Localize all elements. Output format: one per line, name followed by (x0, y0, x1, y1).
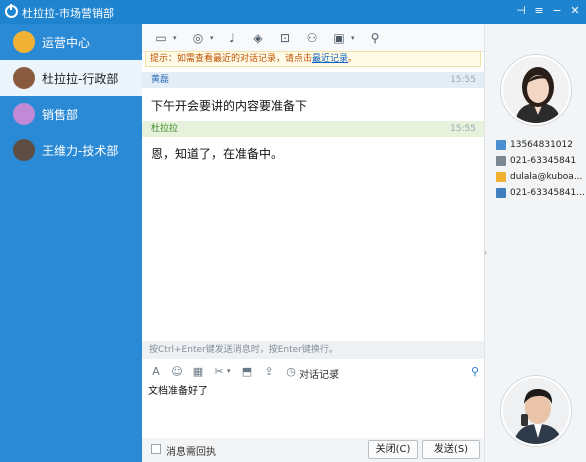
location-icon[interactable]: ⚲ (365, 28, 385, 48)
close-button[interactable]: 关闭(C) (368, 440, 418, 459)
search-icon[interactable]: ⚲ (467, 364, 483, 380)
notice-text: 提示：如需查看最近的对话记录，请点击 (150, 54, 313, 64)
contact-photo (501, 55, 571, 125)
avatar (13, 139, 35, 161)
mail-icon (496, 172, 506, 182)
avatar (13, 67, 35, 89)
chevron-down-icon[interactable]: ▾ (173, 29, 177, 47)
chat-toolbar: ▭ ▾ ◎ ▾ ♩ ◈ ⊡ ⚇ ▣ ▾ ⚲ (142, 24, 484, 52)
message-sender: 黄磊 (151, 75, 170, 85)
contact-panel: 13564831012 021-63345841 dulala@kuboa...… (484, 24, 586, 462)
chevron-down-icon[interactable]: ▾ (210, 29, 214, 47)
message-header: 杜拉拉 15:55 (142, 121, 484, 137)
title-bar: 杜拉拉-市场营销部 ⊣ ≡ − ✕ (0, 0, 586, 24)
message-text: 恩，知道了，在准备中。 (151, 147, 284, 161)
close-window-button[interactable]: ✕ (567, 3, 583, 19)
contact-phone: 021-63345841 (496, 154, 586, 168)
message-list: 黄磊 15:55 下午开会要讲的内容要准备下 杜拉拉 15:55 恩，知道了，在… (142, 68, 484, 340)
fax-icon (496, 188, 506, 198)
mobile-value: 13564831012 (510, 140, 573, 150)
emoji-icon[interactable]: ☺ (169, 364, 185, 380)
phone-value: 021-63345841 (510, 156, 577, 166)
menu-icon[interactable]: ≡ (531, 3, 547, 19)
folder-icon[interactable]: ▭ (151, 28, 171, 48)
email-value[interactable]: dulala@kuboa... (510, 170, 582, 184)
scissors-icon[interactable]: ✂ (211, 364, 227, 380)
message-header: 黄磊 15:55 (142, 72, 484, 88)
history-icon[interactable]: ◷ (283, 364, 299, 380)
sidebar-item-label: 王维力-技术部 (42, 144, 119, 158)
my-photo (501, 376, 571, 446)
message-input[interactable]: 文档准备好了 (148, 382, 478, 436)
sidebar-item-label: 运营中心 (42, 36, 91, 50)
sidebar-item-label: 销售部 (42, 108, 79, 122)
bottom-bar: 消息需回执 关闭(C) 发送(S) (142, 438, 484, 462)
my-photo-image (503, 378, 569, 444)
contact-email: dulala@kuboa... (496, 170, 586, 184)
contact-fax: 021-63345841... (496, 186, 586, 200)
window-title: 杜拉拉-市场营销部 (22, 7, 114, 20)
file-send-icon[interactable]: ⇪ (261, 364, 277, 380)
sidebar-item-dulala[interactable]: 杜拉拉-行政部 (0, 60, 142, 96)
message-time: 15:55 (450, 124, 476, 134)
send-shortcut-hint: 按Ctrl+Enter键发送消息时，按Enter键换行。 (142, 341, 484, 359)
message-time: 15:55 (450, 75, 476, 85)
sidebar-item-label: 杜拉拉-行政部 (42, 72, 119, 86)
group-avatar (13, 31, 35, 53)
chevron-down-icon[interactable]: ▾ (227, 362, 231, 380)
screen-capture-icon[interactable]: ⬒ (239, 364, 255, 380)
recent-records-link[interactable]: 最近记录 (312, 54, 348, 64)
screenshot-icon[interactable]: ◈ (248, 28, 268, 48)
pin-icon[interactable]: ⊣ (513, 3, 529, 19)
sidebar-item-operations[interactable]: 运营中心 (0, 24, 142, 60)
task-icon[interactable]: ▣ (329, 28, 349, 48)
sidebar-item-wangweili[interactable]: 王维力-技术部 (0, 132, 142, 168)
fax-value: 021-63345841... (510, 188, 585, 198)
font-icon[interactable]: A (148, 364, 164, 380)
history-notice: 提示：如需查看最近的对话记录，请点击最近记录。 (145, 51, 481, 67)
chevron-down-icon[interactable]: ▾ (351, 29, 355, 47)
group-avatar (13, 103, 35, 125)
sidebar-item-sales[interactable]: 销售部 (0, 96, 142, 132)
mobile-icon (496, 140, 506, 150)
history-button[interactable]: 对话记录 (299, 366, 339, 381)
receipt-label: 消息需回执 (166, 447, 216, 458)
app-power-icon (5, 4, 18, 18)
image-icon[interactable]: ▦ (190, 364, 206, 380)
conversation-sidebar: 运营中心 杜拉拉-行政部 销售部 王维力-技术部 (0, 24, 142, 462)
contact-photo-image (503, 57, 569, 123)
message-text: 下午开会要讲的内容要准备下 (151, 99, 308, 113)
notice-suffix: 。 (348, 54, 358, 64)
contact-mobile: 13564831012 (496, 138, 586, 152)
collapse-arrow-icon[interactable]: › (484, 248, 489, 257)
minimize-button[interactable]: − (549, 3, 565, 19)
microphone-icon[interactable]: ♩ (222, 28, 242, 48)
chevron-down-icon[interactable]: ▾ (335, 362, 339, 380)
target-icon[interactable]: ◎ (188, 28, 208, 48)
input-toolbar: A ☺ ▦ ✂ ▾ ⬒ ⇪ ◷ 对话记录 ▾ ⚲ (142, 362, 484, 382)
phone-icon (496, 156, 506, 166)
receipt-checkbox[interactable] (151, 444, 161, 454)
share-screen-icon[interactable]: ⊡ (275, 28, 295, 48)
send-button[interactable]: 发送(S) (422, 440, 480, 459)
add-user-icon[interactable]: ⚇ (302, 28, 322, 48)
message-sender: 杜拉拉 (151, 124, 179, 134)
